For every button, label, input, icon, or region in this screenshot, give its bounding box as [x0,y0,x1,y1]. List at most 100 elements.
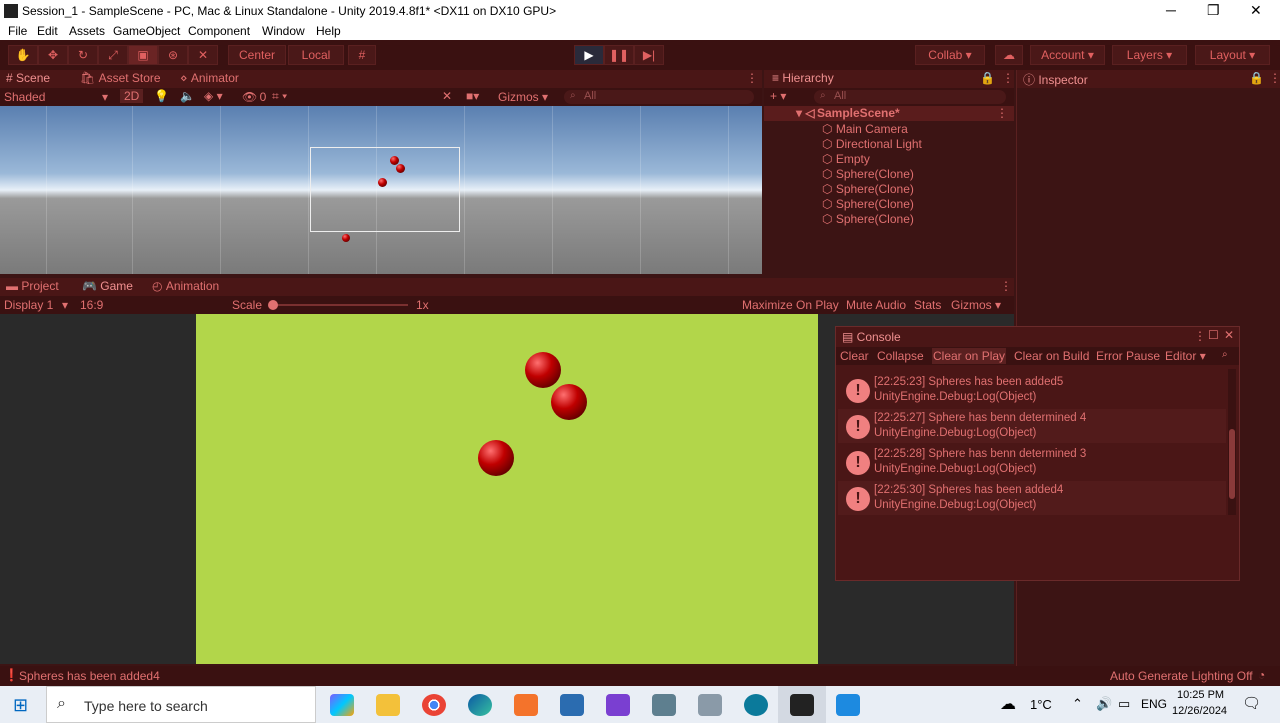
tab-console[interactable]: ▤ Console [842,330,901,344]
menu-help[interactable]: Help [316,24,341,38]
tab-asset-store[interactable]: 🛍 Asset Store [80,71,161,85]
notification-icon[interactable]: 🗨 [1242,694,1261,712]
lock-icon[interactable]: 🔒 [980,71,995,85]
collab-button[interactable]: Collab ▾ [915,45,985,65]
mute-audio-toggle[interactable]: Mute Audio [846,298,906,312]
tab-scene[interactable]: # Scene [6,71,50,85]
panel-menu-icon[interactable]: ⋮ [746,71,758,85]
app-icon[interactable] [514,694,538,716]
hierarchy-item[interactable]: ⬡ Sphere(Clone) [822,167,914,181]
menu-assets[interactable]: Assets [69,24,105,38]
hand-tool-button[interactable]: ✋ [8,45,38,65]
console-log-entry[interactable]: ! [22:25:23] Spheres has been added5 Uni… [838,373,1226,407]
pause-button[interactable]: ❚❚ [604,45,634,65]
scene-search-input[interactable]: ⌕ All [564,90,754,104]
hidden-objects-toggle[interactable]: 👁 0 [242,90,266,104]
pivot-center-button[interactable]: Center [228,45,286,65]
scale-tool-button[interactable]: ⤢ [98,45,128,65]
gizmos-dropdown[interactable]: Gizmos ▾ [498,90,548,104]
tab-hierarchy[interactable]: ≡ Hierarchy [772,71,834,85]
hierarchy-search-input[interactable]: ⌕ All [814,90,1006,104]
close-icon[interactable]: ✕ [1224,328,1234,342]
vimeo-icon[interactable] [744,694,768,716]
panel-menu-icon[interactable]: ⋮ [1002,71,1014,85]
scene-sphere[interactable] [378,178,387,187]
scale-slider[interactable] [270,304,408,306]
layers-dropdown[interactable]: Layers ▾ [1112,45,1187,65]
console-clear-on-build-button[interactable]: Clear on Build [1014,349,1089,363]
stats-toggle[interactable]: Stats [914,298,941,312]
calculator-icon[interactable] [652,694,676,716]
weather-icon[interactable]: ☁ [1000,694,1016,714]
console-error-pause-button[interactable]: Error Pause [1096,349,1160,363]
menu-gameobject[interactable]: GameObject [113,24,180,38]
step-button[interactable]: ▶| [634,45,664,65]
hierarchy-item[interactable]: ⬡ Empty [822,152,870,166]
tab-game[interactable]: 🎮 Game [82,279,133,293]
taskbar-search-input[interactable]: ⌕ Type here to search [46,686,316,723]
clock-date[interactable]: 12/26/2024 [1172,705,1227,717]
maximize-icon[interactable]: ❐ [1207,2,1220,19]
visual-studio-icon[interactable] [606,694,630,716]
scene-sphere[interactable] [396,164,405,173]
minimize-icon[interactable]: ─ [1166,2,1176,18]
edge-icon[interactable] [468,694,492,716]
menu-window[interactable]: Window [262,24,305,38]
game-gizmos-dropdown[interactable]: Gizmos ▾ [951,298,1001,312]
move-tool-button[interactable]: ✥ [38,45,68,65]
play-button[interactable]: ▶ [574,45,604,65]
tab-animation[interactable]: ◴ Animation [152,279,219,293]
menu-file[interactable]: File [8,24,27,38]
hierarchy-item[interactable]: ⬡ Directional Light [822,137,922,151]
audio-toggle-icon[interactable]: 🔈 [180,89,195,103]
effects-toggle-icon[interactable]: ◈ ▾ [204,89,223,103]
account-dropdown[interactable]: Account ▾ [1030,45,1105,65]
transform-tool-button[interactable]: ⊛ [158,45,188,65]
tab-animator[interactable]: ⋄ Animator [180,71,239,85]
aspect-dropdown[interactable]: 16:9 [80,298,103,312]
create-button[interactable]: + ▾ [770,89,786,103]
console-editor-dropdown[interactable]: Editor ▾ [1165,349,1206,363]
rotate-tool-button[interactable]: ↻ [68,45,98,65]
hierarchy-item[interactable]: ⬡ Sphere(Clone) [822,182,914,196]
panel-menu-icon[interactable]: ⋮ [1269,71,1280,85]
panel-menu-icon[interactable]: ⋮ [1000,279,1012,293]
console-clear-button[interactable]: Clear [840,349,869,363]
console-clear-on-play-button[interactable]: Clear on Play [932,348,1007,364]
console-log-entry[interactable]: ! [22:25:28] Sphere has benn determined … [838,445,1226,479]
scene-view[interactable] [0,106,762,274]
maximize-on-play-toggle[interactable]: Maximize On Play [742,298,839,312]
chevron-up-icon[interactable]: ⌃ [1072,696,1083,712]
network-icon[interactable]: ▭ [1118,696,1130,712]
console-scrollbar-thumb[interactable] [1229,429,1235,499]
display-dropdown[interactable]: Display 1 [4,298,53,312]
unity-taskbar-item[interactable] [778,686,826,723]
status-message[interactable]: Spheres has been added4 [19,669,160,683]
menu-edit[interactable]: Edit [37,24,58,38]
hierarchy-scene-row[interactable]: ▾ ◁ SampleScene* ⋮ [764,106,1014,121]
close-icon[interactable]: ✕ [1250,2,1262,19]
maximize-icon[interactable]: ☐ [1208,328,1219,342]
game-view[interactable] [196,314,818,664]
console-log-entry[interactable]: ! [22:25:27] Sphere has benn determined … [838,409,1226,443]
windows-start-icon[interactable]: ⊞ [13,695,28,716]
remote-desktop-icon[interactable] [560,694,584,716]
scene-menu-icon[interactable]: ⋮ [996,106,1008,120]
grid-toggle-icon[interactable]: ⌗ ▾ [272,89,287,104]
copilot-icon[interactable] [330,694,354,716]
2d-toggle[interactable]: 2D [120,89,144,103]
scale-slider-thumb[interactable] [268,300,278,310]
hierarchy-item[interactable]: ⬡ Sphere(Clone) [822,212,914,226]
console-collapse-button[interactable]: Collapse [877,349,924,363]
scene-sphere[interactable] [342,234,350,242]
custom-tool-button[interactable]: ✕ [188,45,218,65]
console-scrollbar[interactable] [1228,369,1236,515]
hierarchy-item[interactable]: ⬡ Main Camera [822,122,908,136]
tab-project[interactable]: ▬ Project [6,279,59,293]
menu-component[interactable]: Component [188,24,250,38]
lock-icon[interactable]: 🔒 [1249,71,1264,85]
speaker-icon[interactable]: 🔊 [1096,696,1112,712]
camera-settings-icon[interactable]: ■▾ [466,89,479,103]
chrome-icon[interactable] [422,694,446,716]
tab-inspector[interactable]: ⓘ Inspector [1023,71,1088,88]
